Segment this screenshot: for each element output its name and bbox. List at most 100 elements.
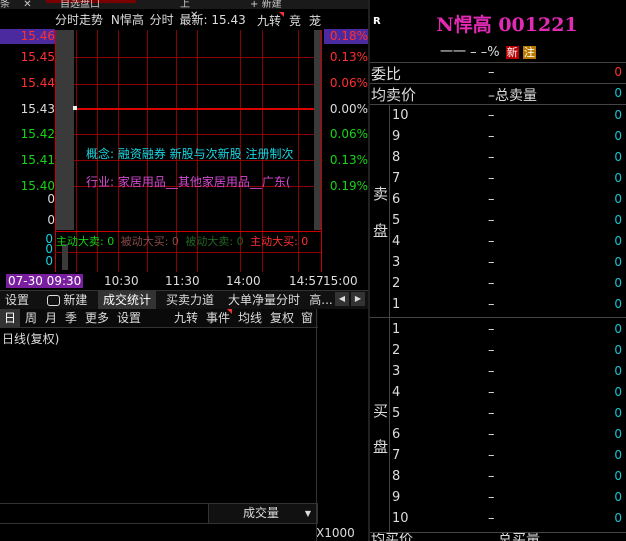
level-price: – [488,385,495,400]
active-buy: 主动大买: 0 [250,235,309,248]
level-index: 3 [392,255,401,270]
buy-level[interactable]: 2 – 0 [392,343,624,363]
main-divider [368,0,370,541]
level-volume: 0 [614,385,622,399]
buy-label: 盘 [373,438,389,456]
kline-settings-button[interactable]: 设置 [114,309,144,327]
level-price: – [488,448,495,463]
pct-label: 0.06% [329,76,368,90]
top-tab-4[interactable]: + 新建 [250,0,310,10]
level-volume: 0 [614,448,622,462]
tab-dadan[interactable]: 大单净量分时 [224,291,304,309]
corner-marker-icon [227,309,232,314]
buy-level[interactable]: 7 – 0 [392,448,624,468]
level-index: 3 [392,364,401,379]
buy-level[interactable]: 3 – 0 [392,364,624,384]
level-price: – [488,490,495,505]
sell-label: 盘 [373,222,389,240]
tab-chengjiao[interactable]: 成交统计 [98,291,156,309]
price-summary: 一一 – –% 新 注 [440,41,536,60]
time-tick: 14:00 [226,274,261,288]
top-tab-3[interactable]: 上 ✕ [150,0,240,21]
concept-text[interactable]: 概念: 融资融券 新股与次新股 注册制次 [86,145,318,162]
fuquan-button[interactable]: 复权 [268,309,296,327]
level-volume: 0 [614,213,622,227]
sell-level[interactable]: 7 – 0 [392,171,624,191]
jiuzhuan-button[interactable]: 九转 [254,12,284,30]
level-price: – [488,276,495,291]
level-volume: 0 [614,511,622,525]
volume-divider-line [0,523,316,524]
stock-title: N悍高 001221 [436,14,578,36]
volume-select[interactable]: 成交量 ▼ [208,503,318,524]
buy-level[interactable]: 10 – 0 [392,511,624,531]
kline-jiuzhuan-button[interactable]: 九转 [172,309,200,327]
weibi-value: – [488,65,495,80]
close-icon[interactable]: ✕ [23,0,31,10]
sell-level[interactable]: 9 – 0 [392,129,624,149]
level-price: – [488,406,495,421]
level-index: 5 [392,213,401,228]
sell-level[interactable]: 5 – 0 [392,213,624,233]
window-button[interactable]: 窗 [298,309,316,327]
new-button-label: 新建 [63,293,88,307]
price-label: 15.45 [20,50,55,64]
level-volume: 0 [614,108,622,122]
header-stock-name: N悍高 [110,13,144,27]
buy-level[interactable]: 1 – 0 [392,322,624,342]
sell-level[interactable]: 2 – 0 [392,276,624,296]
sell-level[interactable]: 6 – 0 [392,192,624,212]
dropdown-arrow-icon: ▼ [304,509,311,518]
level-price: – [488,108,495,123]
event-button[interactable]: 事件 [204,309,232,327]
top-tab-2[interactable]: 自选盘口 [46,0,136,10]
kline-right-divider [316,309,317,541]
tab-maimai[interactable]: 买卖力道 [162,291,218,309]
new-button[interactable]: 新建 [42,291,92,309]
long-button[interactable]: 茏 [306,12,324,30]
jing-button[interactable]: 竞 [286,12,304,30]
kline-label: 日线(复权) [2,332,60,346]
sell-level[interactable]: 1 – 0 [392,297,624,317]
period-season[interactable]: 季 [62,309,80,327]
more-button[interactable]: 更多 [83,309,111,327]
period-month[interactable]: 月 [42,309,60,327]
tab-gao[interactable]: 高... [308,291,334,309]
price-label: 15.42 [20,127,55,141]
buy-level[interactable]: 6 – 0 [392,427,624,447]
time-tick: 15:00 [323,274,358,288]
industry-text[interactable]: 行业: 家居用品__其他家居用品__广东( [86,173,318,190]
tab-fenshi[interactable]: 分时走势 [55,13,103,27]
kline-area[interactable] [0,346,316,502]
volume-axis-label: 0 [47,192,55,206]
buy-level[interactable]: 8 – 0 [392,469,624,489]
sell-level[interactable]: 8 – 0 [392,150,624,170]
settings-button[interactable]: 设置 [2,291,32,309]
sell-level[interactable]: 3 – 0 [392,255,624,275]
time-start: 07-30 09:30 [6,274,84,288]
level-price: – [488,129,495,144]
plus-icon[interactable]: + [250,0,258,10]
buy-level[interactable]: 4 – 0 [392,385,624,405]
level-price: – [488,297,495,312]
buy-level[interactable]: 9 – 0 [392,490,624,510]
top-tab-1[interactable]: 条 ✕ [0,0,40,10]
sell-level[interactable]: 10 – 0 [392,108,624,128]
scroll-left-button[interactable]: ◀ [335,292,349,306]
scroll-right-button[interactable]: ▶ [351,292,365,306]
price-label: 15.46 [20,29,55,43]
buy-level[interactable]: 5 – 0 [392,406,624,426]
badge-xin: 新 [505,46,519,59]
period-day[interactable]: 日 [0,309,20,327]
junxian-button[interactable]: 均线 [236,309,264,327]
level-price: – [488,213,495,228]
level-volume: 0 [614,234,622,248]
sell-level[interactable]: 4 – 0 [392,234,624,254]
level-price: – [488,511,495,526]
level-index: 10 [392,511,409,526]
period-week[interactable]: 周 [22,309,40,327]
triangle-right-icon: ▶ [354,294,362,303]
level-index: 2 [392,276,401,291]
level-volume: 0 [614,192,622,206]
robot-icon [46,295,60,306]
